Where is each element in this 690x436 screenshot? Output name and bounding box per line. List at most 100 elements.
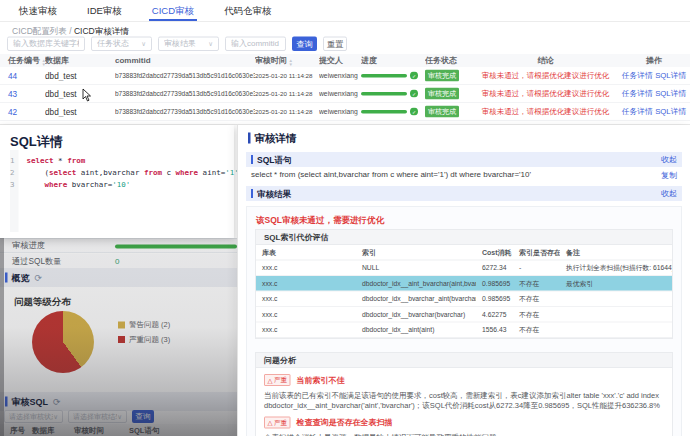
audit-sql-section-header: 审核SQL ⟳ xyxy=(0,392,237,411)
audit-result-select[interactable]: 请选择审核结果∨ xyxy=(68,410,127,423)
search-button[interactable]: 查询 xyxy=(292,37,317,52)
legend-swatch-warning xyxy=(118,321,125,328)
sql-code-block: 1 2 3 select * from (select aint,bvarcha… xyxy=(10,150,234,232)
audit-result-placeholder: 审核结果 xyxy=(164,39,196,50)
cost-row: xxx.cdbdoctor_idx__bvarchar_aint(bvarcha… xyxy=(256,291,672,307)
legend-item: 警告问题 (2) xyxy=(118,320,170,330)
section-pipe xyxy=(251,189,253,198)
col-actions: 操作 xyxy=(618,55,690,66)
commitid-placeholder: 输入commitid xyxy=(231,39,279,50)
section-pipe xyxy=(5,397,8,407)
copy-link[interactable]: 复制 xyxy=(661,170,677,181)
commit-cell: b73883fd2dabcd27739da513db5c91d16c0630e3 xyxy=(115,72,255,80)
db-cell: dbd_test xyxy=(45,89,115,99)
reset-button[interactable]: 重置 xyxy=(323,37,347,52)
sql-detail-link[interactable]: SQL详情 xyxy=(655,89,686,98)
overview-title: 概览 xyxy=(12,272,30,284)
title-pipe xyxy=(248,133,251,144)
db-search-input[interactable]: 输入数据库关键字检索 xyxy=(7,37,85,52)
tab-ide-audit[interactable]: IDE审核 xyxy=(72,0,137,21)
severity-badge: △严重 xyxy=(264,374,291,386)
top-tabbar: 快速审核 IDE审核 CICD审核 代码仓审核 xyxy=(0,0,690,22)
col-commit: commitid xyxy=(115,56,255,65)
sql-detail-link[interactable]: SQL详情 xyxy=(655,107,686,116)
col-db: 数据库 xyxy=(32,425,74,435)
breadcrumb: CICD配置列表 / CICD审核详情 xyxy=(12,25,129,37)
task-id-link[interactable]: 44 xyxy=(0,71,45,81)
task-status-select[interactable]: 任务状态∨ xyxy=(91,37,152,52)
cost-row: xxx.cdbdoctor_idx__bvarchar(bvarchar)4.6… xyxy=(256,307,672,323)
passed-sql-row: 通过SQL数量 0 xyxy=(0,254,237,269)
db-cell: dbd_test xyxy=(45,71,115,81)
breadcrumb-sep: / xyxy=(69,26,71,36)
verdict-text: 该SQL审核未通过，需要进行优化 xyxy=(247,207,681,226)
tab-quick-audit[interactable]: 快速审核 xyxy=(4,0,72,21)
audit-sql-search-button[interactable]: 查询 xyxy=(132,410,154,423)
time-cell: 2025-01-20 11:14:28 xyxy=(255,90,319,97)
submitter-cell: weiwenxiang xyxy=(319,108,361,116)
status-cell: 审核完成 xyxy=(425,88,473,100)
task-status-placeholder: 任务状态 xyxy=(97,39,129,50)
audit-result-placeholder: 请选择审核结果 xyxy=(73,412,117,421)
refresh-icon[interactable]: ⟳ xyxy=(35,272,43,283)
check-circle-icon: ✓ xyxy=(410,90,418,98)
sql-detail-link[interactable]: SQL详情 xyxy=(655,71,686,80)
actions-cell: 任务详情 SQL详情 xyxy=(618,88,690,99)
audit-status-select[interactable]: 请选择审核状态∨ xyxy=(4,410,63,423)
collapse-link[interactable]: 收起 xyxy=(661,188,677,199)
col-task-id[interactable]: 任务编号▲▼ xyxy=(0,55,45,67)
legend-item: 严重问题 (3) xyxy=(118,335,170,345)
task-detail-link[interactable]: 任务详情 xyxy=(622,71,653,80)
db-search-placeholder: 输入数据库关键字检索 xyxy=(13,39,79,50)
overview-section-header: 概览 ⟳ xyxy=(0,268,237,287)
cost-eval-header: SQL索引代价评估 xyxy=(256,230,672,245)
issue-body: 全表扫描会消耗大量资源，数据量较大情况下可能导致严重的性能问题。 xyxy=(264,432,664,436)
chevron-down-icon: ∨ xyxy=(117,413,122,421)
passed-sql-label: 通过SQL数量 xyxy=(12,256,62,267)
actions-cell: 任务详情 SQL详情 xyxy=(618,106,690,117)
progress-cell: ✓ xyxy=(361,90,425,98)
progress-bar xyxy=(361,74,407,78)
tab-cicd-audit[interactable]: CICD审核 xyxy=(137,0,209,21)
tab-repo-audit[interactable]: 代码仓审核 xyxy=(209,0,287,21)
check-circle-icon: ✓ xyxy=(410,108,418,116)
refresh-icon[interactable]: ⟳ xyxy=(53,396,61,407)
task-id-link[interactable]: 42 xyxy=(0,107,45,117)
conclusion-cell: 审核未通过，请根据优化建议进行优化 xyxy=(473,71,618,81)
audit-result-select[interactable]: 审核结果 ∨ xyxy=(158,37,219,52)
mouse-cursor xyxy=(82,88,92,102)
status-cell: 审核完成 xyxy=(425,106,473,118)
col-status: 任务状态 xyxy=(425,55,473,66)
section-pipe xyxy=(5,273,8,283)
commitid-input[interactable]: 输入commitid xyxy=(225,37,286,52)
audit-sql-filters: 请选择审核状态∨ 请选择审核结果∨ 查询 xyxy=(4,410,154,423)
issue-title: 检查查询是否存在全表扫描 xyxy=(297,417,393,428)
sql-statement-row: select * from (select aint,bvarchar from… xyxy=(246,170,682,181)
cost-row: xxx.cdbdoctor_idx__aint(aint)1556.43不存在 xyxy=(256,322,672,338)
task-detail-link[interactable]: 任务详情 xyxy=(622,107,653,116)
breadcrumb-parent[interactable]: CICD配置列表 xyxy=(12,26,67,36)
issue-analysis-header: 问题分析 xyxy=(256,353,672,368)
collapse-link[interactable]: 收起 xyxy=(661,154,677,165)
status-badge: 审核完成 xyxy=(425,88,459,100)
db-cell: dbd_test xyxy=(45,107,115,117)
task-id-link[interactable]: 43 xyxy=(0,89,45,99)
task-detail-link[interactable]: 任务详情 xyxy=(622,89,653,98)
sql-statement-text: select * from (select aint,bvarchar from… xyxy=(251,170,531,181)
conclusion-cell: 审核未通过，请根据优化建议进行优化 xyxy=(473,89,618,99)
table-row: 42 dbd_test b73883fd2dabcd27739da513db5c… xyxy=(0,103,690,121)
progress-bar xyxy=(361,92,407,96)
audit-result-box: 该SQL审核未通过，需要进行优化 SQL索引代价评估 库表索引Cost消耗索引是… xyxy=(246,206,682,436)
chevron-down-icon: ∨ xyxy=(53,413,58,421)
cost-row: xxx.cNULL6272.34-执行计划全表扫描(扫描行数: 61644) xyxy=(256,260,672,276)
drawer-title: 审核详情 xyxy=(238,125,690,145)
col-time[interactable]: 审核时间▲▼ xyxy=(255,55,319,67)
breadcrumb-current: CICD审核详情 xyxy=(74,26,129,36)
sql-modal-title: SQL详情 xyxy=(0,125,234,151)
chevron-down-icon: ∨ xyxy=(208,40,213,48)
sort-icon[interactable]: ▲▼ xyxy=(289,58,293,66)
audit-progress-label: 审核进度 xyxy=(12,240,45,251)
task-table: 任务编号▲▼ 数据库 commitid 审核时间▲▼ 提交人 进度 任务状态 结… xyxy=(0,54,690,121)
cost-table: 库表索引Cost消耗索引是否存在备注 xxx.cNULL6272.34-执行计划… xyxy=(256,245,672,338)
issue-pie-chart xyxy=(32,311,94,373)
